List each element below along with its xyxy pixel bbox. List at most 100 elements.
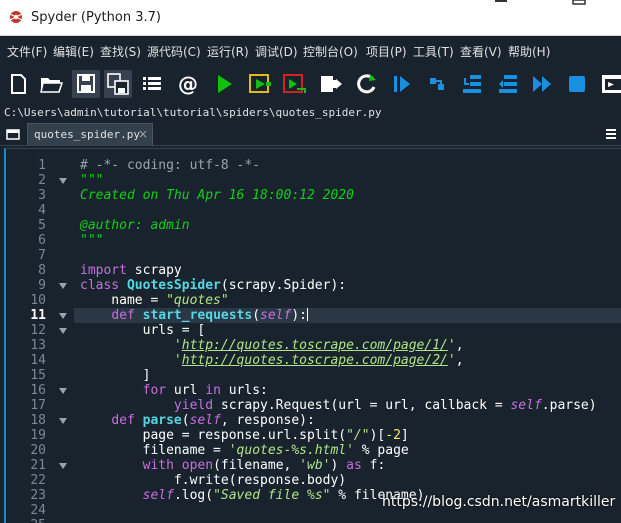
tab-quotes-spider[interactable]: quotes_spider.py × [27,123,153,146]
list-icon [143,77,161,90]
fold-arrow-icon[interactable] [58,417,68,425]
code-line[interactable]: """ [80,233,103,248]
line-number: 24 [30,503,46,518]
code-token: Created on Thu Apr 16 18:00:12 2020 [80,188,354,203]
menu-tools[interactable]: 工具(T) [413,43,454,60]
code-token: QuotesSpider [126,278,221,293]
save-all-button[interactable] [104,70,132,98]
fold-arrow-icon[interactable] [58,327,68,335]
code-token: @author: admin [80,218,190,233]
code-line[interactable]: @author: admin [80,218,190,233]
menu-source[interactable]: 源代码(C) [147,43,201,60]
code-token: .log( [173,488,214,503]
code-area[interactable]: # -*- coding: utf-8 -*- """ Created on Thu… [74,149,621,523]
run-cell-button[interactable] [246,70,274,98]
code-line[interactable]: filename = 'quotes-%s.html' % page [80,443,409,458]
code-line[interactable]: self.log("Saved file %s" % filename) [80,488,425,503]
code-token: , [455,353,464,368]
run-selection-button[interactable] [316,70,344,98]
code-token: "quotes" [166,293,229,308]
menu-view[interactable]: 查看(V) [460,43,502,60]
menu-debug[interactable]: 调试(D) [255,43,298,60]
step-into-button[interactable] [458,70,486,98]
code-token: ] [80,368,151,383]
rerun-button[interactable] [352,70,380,98]
fold-arrow-icon[interactable] [58,177,68,185]
code-line[interactable]: f.write(response.body) [80,473,346,488]
options-menu-icon[interactable] [604,127,618,141]
stop-button[interactable] [563,70,591,98]
save-icon [77,74,95,93]
browse-tabs-icon[interactable] [4,126,22,142]
title-bar: Spyder (Python 3.7) [0,0,621,36]
line-number: 11 [30,308,46,323]
code-token: """ [80,233,104,248]
code-line[interactable]: with open(filename, 'wb') as f: [80,458,386,473]
open-folder-icon [40,78,64,93]
code-token: yield [173,398,214,413]
step-icon [430,78,444,90]
code-line[interactable]: class QuotesSpider(scrapy.Spider): [80,278,346,293]
fold-arrow-icon[interactable] [58,312,68,320]
fold-arrow-icon[interactable] [58,462,68,470]
run-button[interactable] [210,70,238,98]
menu-help[interactable]: 帮助(H) [508,43,550,60]
outline-button[interactable] [138,70,166,98]
code-line[interactable]: page = response.url.split("/")[-2] [80,428,409,443]
code-line[interactable]: ] [80,368,151,383]
minimize-icon[interactable] [492,0,510,6]
maximize-pane-icon [602,75,621,93]
fold-arrow-icon[interactable] [58,387,68,395]
line-number: 3 [38,188,46,203]
new-file-button[interactable] [4,70,32,98]
code-line[interactable]: 'http://quotes.toscrape.com/page/2/', [80,353,464,368]
menu-search[interactable]: 查找(S) [100,43,141,60]
menu-run[interactable]: 运行(R) [207,43,249,60]
save-button[interactable] [72,70,100,98]
code-line[interactable]: import scrapy [80,263,182,278]
code-token: self [189,413,221,428]
code-token: % page [353,443,409,458]
code-token: start_requests [142,308,253,323]
code-token: for [142,383,167,398]
code-line[interactable]: name = "quotes" [80,293,229,308]
maximize-pane-button[interactable] [598,70,621,98]
menu-projects[interactable]: 项目(P) [366,43,407,60]
line-number: 14 [30,353,46,368]
step-button[interactable] [424,70,452,98]
code-line[interactable]: """ [80,173,103,188]
tab-close-icon[interactable]: × [138,127,148,141]
step-return-icon [499,75,517,93]
code-token: http://quotes.toscrape.com/page/1/ [181,338,448,353]
code-token: name = [80,293,167,308]
code-line[interactable]: for url in urls: [80,383,268,398]
fold-arrow-icon[interactable] [58,282,68,290]
menu-edit[interactable]: 编辑(E) [53,43,94,60]
code-editor[interactable]: 1234567891011121314151617181920212223242… [4,148,621,523]
open-file-button[interactable] [37,70,65,98]
code-token: "/" [346,428,370,443]
code-line[interactable]: urls = [ [80,323,206,338]
step-return-button[interactable] [494,70,522,98]
maximize-icon[interactable] [570,0,588,6]
menu-file[interactable]: 文件(F) [7,43,47,60]
email-button[interactable]: @ [174,70,202,98]
at-icon: @ [178,72,198,96]
code-line[interactable]: # -*- coding: utf-8 -*- [80,158,260,173]
code-line[interactable]: def parse(self, response): [80,413,315,428]
run-icon [218,75,232,93]
continue-button[interactable] [528,70,556,98]
code-token: f: [361,458,386,473]
code-line[interactable]: def start_requests(self): [80,308,308,323]
run-cell-advance-button[interactable] [280,70,308,98]
code-line[interactable]: Created on Thu Apr 16 18:00:12 2020 [80,188,354,203]
code-token: self [142,488,174,503]
code-line[interactable]: yield scrapy.Request(url = url, callback… [80,398,597,413]
code-token: ] [400,428,409,443]
debug-button[interactable] [388,70,416,98]
code-line[interactable]: 'http://quotes.toscrape.com/page/1/', [80,338,464,353]
menu-console[interactable]: 控制台(O) [303,43,358,60]
